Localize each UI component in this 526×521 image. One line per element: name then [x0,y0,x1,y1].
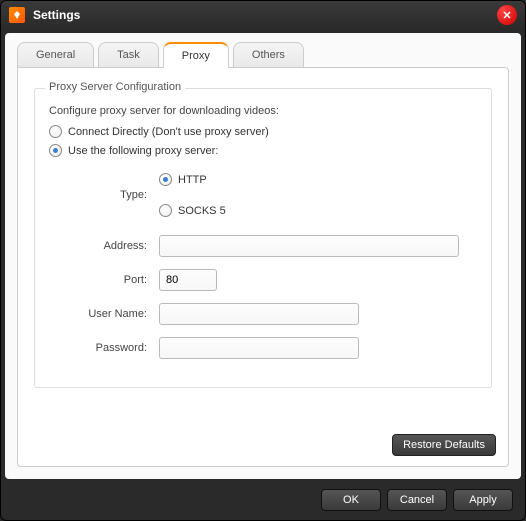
username-input[interactable] [159,303,359,325]
port-input[interactable] [159,269,217,291]
proxy-fieldset: Proxy Server Configuration Configure pro… [34,88,492,388]
ok-button[interactable]: OK [321,489,381,511]
proxy-form: Type: HTTP SOCKS 5 [79,167,477,359]
type-label: Type: [79,189,159,201]
titlebar: Settings [1,1,525,29]
close-icon [502,10,512,20]
type-options: HTTP SOCKS 5 [159,167,226,223]
radio-row-socks5[interactable]: SOCKS 5 [159,204,226,217]
content-area: General Task Proxy Others Proxy Server C… [5,33,521,479]
restore-defaults-button[interactable]: Restore Defaults [392,434,496,456]
tab-strip: General Task Proxy Others [17,41,509,67]
radio-label-socks5: SOCKS 5 [178,205,226,217]
radio-type-http[interactable] [159,173,172,186]
tab-task[interactable]: Task [98,42,159,68]
radio-label-use-proxy: Use the following proxy server: [68,145,218,157]
fieldset-legend: Proxy Server Configuration [45,81,185,93]
proxy-description: Configure proxy server for downloading v… [49,105,477,117]
address-label: Address: [79,240,159,252]
footer-buttons: OK Cancel Apply [1,483,525,511]
tab-panel-proxy: Proxy Server Configuration Configure pro… [17,67,509,467]
settings-window: Settings General Task Proxy Others Proxy… [0,0,526,521]
radio-connect-directly[interactable] [49,125,62,138]
radio-use-proxy[interactable] [49,144,62,157]
tab-general[interactable]: General [17,42,94,68]
password-label: Password: [79,342,159,354]
port-label: Port: [79,274,159,286]
tab-proxy[interactable]: Proxy [163,42,229,68]
radio-label-http: HTTP [178,174,207,186]
app-icon [9,7,25,23]
tab-others[interactable]: Others [233,42,304,68]
window-title: Settings [33,8,497,22]
radio-type-socks5[interactable] [159,204,172,217]
username-label: User Name: [79,308,159,320]
password-input[interactable] [159,337,359,359]
radio-row-direct[interactable]: Connect Directly (Don't use proxy server… [49,125,477,138]
radio-row-use-proxy[interactable]: Use the following proxy server: [49,144,477,157]
radio-label-direct: Connect Directly (Don't use proxy server… [68,126,269,138]
radio-row-http[interactable]: HTTP [159,173,226,186]
cancel-button[interactable]: Cancel [387,489,447,511]
close-button[interactable] [497,5,517,25]
apply-button[interactable]: Apply [453,489,513,511]
address-input[interactable] [159,235,459,257]
